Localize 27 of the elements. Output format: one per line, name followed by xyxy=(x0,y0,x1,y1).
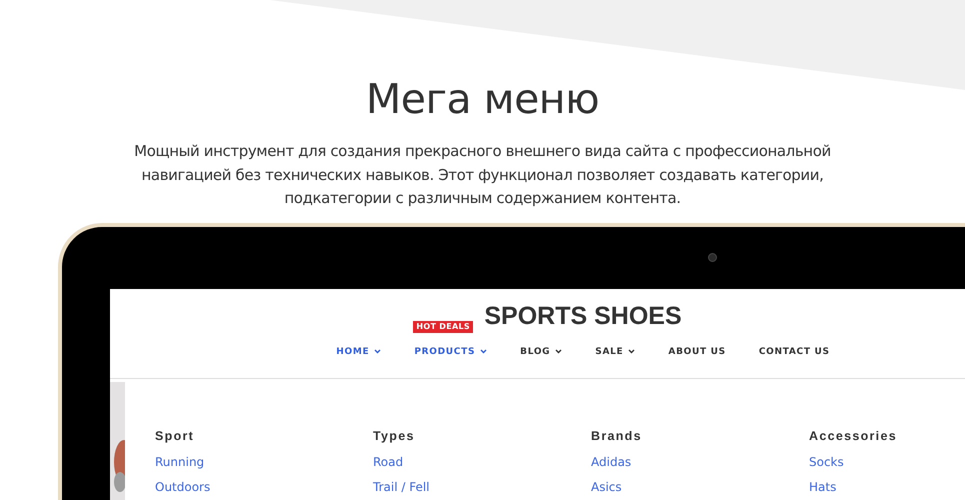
section-description: Мощный инструмент для создания прекрасного внешнего вида сайта с профессиональной навигацией без технических навыков. Этот функционал позволяет создавать категории, подкатегории с различным содержанием контента. xyxy=(133,141,832,209)
menu-column-title: Sport xyxy=(155,428,194,444)
menu-link[interactable]: Adidas xyxy=(591,454,632,468)
menu-column-title: Brands xyxy=(591,428,642,444)
chevron-down-icon xyxy=(555,349,562,354)
nav-link[interactable]: ABOUT US xyxy=(668,344,726,358)
chevron-down-icon xyxy=(480,349,488,354)
menu-link[interactable]: Hats xyxy=(809,480,836,494)
menu-link[interactable]: Asics xyxy=(591,480,622,494)
nav-link[interactable]: PRODUCTS xyxy=(414,344,488,358)
menu-link[interactable]: Trail / Fell xyxy=(373,480,430,494)
nav-link[interactable]: BLOG xyxy=(520,344,562,358)
menu-link[interactable]: Running xyxy=(155,454,204,468)
nav-link[interactable]: SALE xyxy=(595,344,636,358)
nav-link[interactable]: CONTACT US xyxy=(758,344,830,358)
chevron-down-icon xyxy=(628,349,636,354)
camera-icon xyxy=(708,252,717,262)
menu-column-title: Accessories xyxy=(809,428,897,444)
menu-link[interactable]: Socks xyxy=(809,454,844,468)
section-title: Мега меню xyxy=(366,74,600,125)
menu-link[interactable]: Outdoors xyxy=(155,480,210,494)
menu-link[interactable]: Road xyxy=(373,454,404,468)
nav-link[interactable]: HOME xyxy=(336,344,382,358)
hot-deals-badge: HOT DEALS xyxy=(413,320,473,332)
chevron-down-icon xyxy=(374,349,382,354)
site-logo[interactable]: SPORTS SHOES xyxy=(484,300,682,330)
menu-column-title: Types xyxy=(373,428,415,444)
